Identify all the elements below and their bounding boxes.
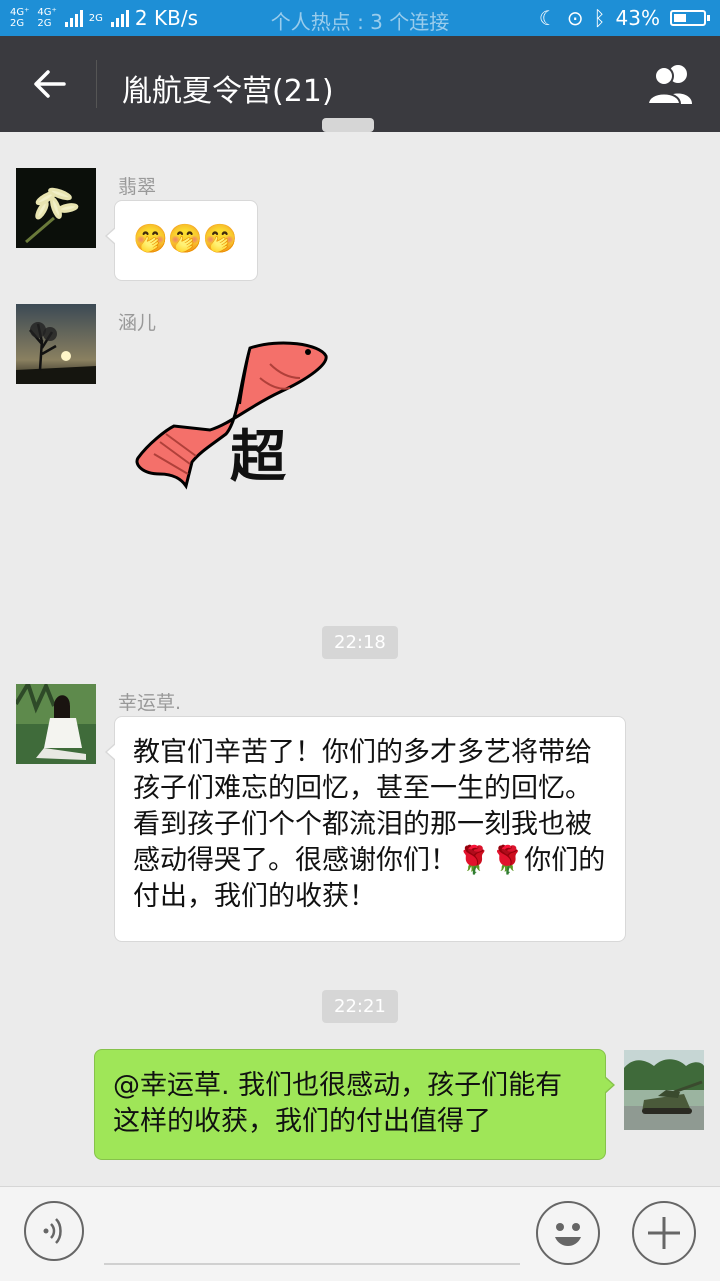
message-text: 教官们辛苦了！你们的多才多艺将带给孩子们难忘的回忆，甚至一生的回忆。看到孩子们个… xyxy=(133,737,606,912)
bluetooth-icon: ᛒ xyxy=(593,6,606,30)
sender-name: 翡翠 xyxy=(118,176,157,198)
battery-percent: 43% xyxy=(615,6,660,30)
message-text: 🤭🤭🤭 xyxy=(133,222,238,255)
message-text: @幸运草. 我们也很感动，孩子们能有这样的收获，我们的付出值得了 xyxy=(113,1070,563,1137)
voice-icon[interactable] xyxy=(24,1201,84,1261)
input-bar xyxy=(0,1186,720,1281)
sender-name: 涵儿 xyxy=(118,312,157,334)
chat-title: 胤航夏令营(21) xyxy=(122,74,334,109)
time-chip: 22:21 xyxy=(322,990,398,1023)
avatar-xingyuncao[interactable] xyxy=(16,684,96,764)
message-bubble[interactable]: 教官们辛苦了！你们的多才多艺将带给孩子们难忘的回忆，甚至一生的回忆。看到孩子们个… xyxy=(105,716,626,942)
group-members-icon[interactable] xyxy=(644,62,698,106)
moon-icon: ☾ xyxy=(538,6,557,30)
time-chip: 22:18 xyxy=(322,626,398,659)
fish-sticker[interactable]: 超 xyxy=(130,334,330,494)
message-bubble[interactable]: 🤭🤭🤭 xyxy=(105,200,258,281)
emoji-icon[interactable] xyxy=(536,1201,600,1265)
avatar-self[interactable] xyxy=(624,1050,704,1130)
status-right: ☾ ⊙ ᛒ 43% xyxy=(538,6,710,30)
lock-rotate-icon: ⊙ xyxy=(566,6,584,30)
back-arrow-icon[interactable] xyxy=(30,64,70,104)
message-input[interactable] xyxy=(104,1263,520,1265)
sender-name: 幸运草. xyxy=(118,692,182,714)
battery-fill xyxy=(674,14,686,22)
header-divider xyxy=(96,60,97,108)
plus-icon[interactable] xyxy=(632,1201,696,1265)
avatar-feicui[interactable] xyxy=(16,168,96,248)
time-chip-clipped xyxy=(322,118,374,132)
self-message-bubble[interactable]: @幸运草. 我们也很感动，孩子们能有这样的收获，我们的付出值得了 xyxy=(94,1049,615,1160)
avatar-hanner[interactable] xyxy=(16,304,96,384)
battery-icon xyxy=(670,10,710,26)
sticker-text: 超 xyxy=(230,424,286,490)
status-bar: 4G⁺ 2G 4G⁺ 2G 2G 2 KB/s 个人热点 : 3 个连接 ☾ ⊙… xyxy=(0,0,720,36)
